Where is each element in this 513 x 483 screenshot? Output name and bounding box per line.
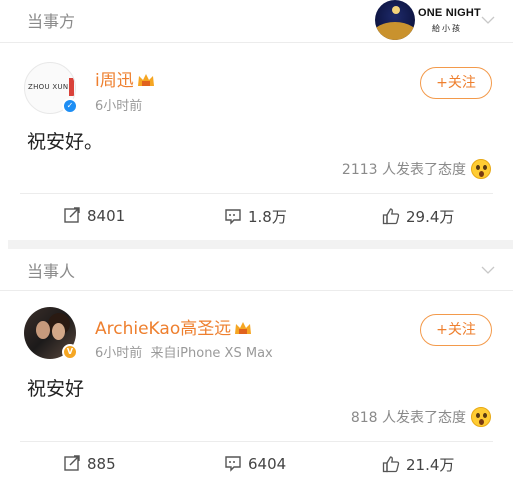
post-source: 来自iPhone XS Max	[150, 346, 273, 361]
surprised-emoji-icon	[471, 407, 491, 427]
comment-button[interactable]: 1.8万	[224, 206, 287, 227]
username-text: ArchieKao高圣远	[95, 319, 232, 339]
verified-gold-icon: V	[62, 344, 78, 360]
section-title: 当事人	[27, 262, 76, 281]
attitude-count[interactable]: 2113 人发表了态度	[342, 159, 491, 179]
section-title: 当事方	[27, 12, 76, 31]
comment-button[interactable]: 6404	[224, 454, 286, 473]
divider	[0, 290, 513, 291]
divider	[20, 441, 493, 442]
section-header-1: 当事方 ONE NIGHT 給小孩	[0, 0, 513, 40]
vip-crown-icon	[137, 73, 155, 88]
repost-count: 8401	[87, 207, 126, 225]
section-divider	[8, 240, 513, 249]
comment-count: 1.8万	[248, 208, 287, 226]
seal-icon	[69, 78, 74, 96]
attitude-count[interactable]: 818 人发表了态度	[351, 407, 491, 427]
follow-button[interactable]: +关注	[420, 314, 492, 346]
badge-title: ONE NIGHT	[418, 7, 481, 19]
verified-blue-icon: ✓	[62, 98, 78, 114]
repost-icon	[63, 206, 81, 224]
one-night-badge[interactable]: ONE NIGHT 給小孩	[372, 0, 482, 40]
username[interactable]: i周迅	[95, 66, 155, 91]
username[interactable]: ArchieKao高圣远	[95, 314, 252, 339]
post-meta: 6小时前 来自iPhone XS Max	[95, 342, 273, 361]
thumbs-up-icon	[382, 207, 400, 225]
like-button[interactable]: 29.4万	[382, 206, 454, 227]
avatar-text: ZHOU XUN	[28, 83, 69, 91]
post-time: 6小时前	[95, 99, 143, 114]
repost-icon	[63, 454, 81, 472]
repost-button[interactable]: 885	[63, 454, 116, 473]
repost-count: 885	[87, 455, 116, 473]
chevron-down-icon[interactable]	[481, 13, 495, 27]
attitude-text: 818 人发表了态度	[350, 410, 466, 426]
chevron-down-icon[interactable]	[481, 263, 495, 277]
post-text: 祝安好。	[27, 131, 104, 153]
attitude-text: 2113 人发表了态度	[341, 162, 466, 178]
badge-logo-icon	[375, 0, 415, 40]
username-text: i周迅	[95, 71, 134, 91]
comment-icon	[224, 454, 242, 472]
thumbs-up-icon	[382, 455, 400, 473]
divider	[0, 42, 513, 43]
post-time: 6小时前	[95, 346, 143, 361]
like-button[interactable]: 21.4万	[382, 454, 454, 475]
comment-icon	[224, 207, 242, 225]
divider	[20, 193, 493, 194]
follow-button[interactable]: +关注	[420, 67, 492, 99]
surprised-emoji-icon	[471, 159, 491, 179]
badge-subtitle: 給小孩	[432, 24, 462, 33]
comment-count: 6404	[248, 455, 287, 473]
like-count: 29.4万	[406, 208, 455, 226]
section-header-2: 当事人	[0, 250, 513, 290]
repost-button[interactable]: 8401	[63, 206, 125, 225]
like-count: 21.4万	[406, 456, 455, 474]
vip-crown-icon	[234, 321, 252, 336]
post-text: 祝安好	[27, 378, 85, 400]
